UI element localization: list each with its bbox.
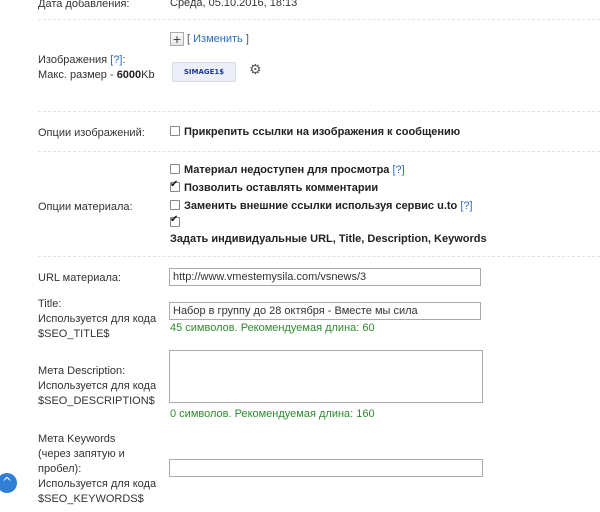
- seo-title-usage: Используется для кода: [38, 313, 157, 325]
- added-value: Среда, 05.10.2016, 18:13: [170, 0, 298, 9]
- seo-keywords-input[interactable]: [169, 459, 483, 477]
- seo-title-label-text: Title:: [38, 298, 62, 310]
- change-bracket-close: ]: [245, 33, 249, 45]
- seo-title-hint: 45 символов. Рекомендуемая длина: 60: [170, 322, 375, 334]
- option-allow-comments-label: Позволить оставлять комментарии: [184, 182, 379, 194]
- max-size-prefix: Макс. размер -: [38, 69, 117, 81]
- option-custom-seo-label: Задать индивидуальные URL, Title, Descri…: [170, 233, 487, 245]
- seo-description-textarea[interactable]: [169, 350, 483, 403]
- gear-icon[interactable]: ⚙: [249, 63, 262, 77]
- images-label: Изображения [?]: Макс. размер - 6000Kb: [38, 53, 155, 83]
- seo-title-label: Title: Используется для кода $SEO_TITLE$: [38, 297, 156, 342]
- change-bracket-open: [: [187, 33, 191, 45]
- option-allow-comments: Позволить оставлять комментарии: [170, 179, 379, 194]
- seo-keywords-note-2: пробел):: [38, 463, 82, 475]
- seo-keywords-code: $SEO_KEYWORDS$: [38, 493, 144, 505]
- url-input[interactable]: http://www.vmestemysila.com/vsnews/3: [169, 268, 481, 286]
- chevron-up-icon: ^: [1, 475, 13, 489]
- images-label-colon: :: [122, 54, 126, 66]
- option-replace-links: Заменить внешние ссылки используя сервис…: [170, 200, 473, 212]
- option-replace-links-label: Заменить внешние ссылки используя сервис…: [184, 200, 458, 212]
- divider: [38, 111, 600, 112]
- added-label: Дата добавления:: [38, 0, 130, 10]
- images-help-link[interactable]: [?]: [110, 54, 122, 66]
- scroll-top-button[interactable]: ^: [0, 473, 17, 493]
- option-custom-seo-text: Задать индивидуальные URL, Title, Descri…: [170, 233, 487, 245]
- attach-image-links-label: Прикрепить ссылки на изображения к сообщ…: [184, 126, 461, 138]
- option-custom-seo: [170, 214, 184, 229]
- images-label-text: Изображения: [38, 54, 108, 66]
- seo-title-code: $SEO_TITLE$: [38, 328, 110, 340]
- divider: [38, 19, 600, 20]
- option-unavailable-help-link[interactable]: [?]: [392, 164, 404, 176]
- attach-image-links-option: Прикрепить ссылки на изображения к сообщ…: [170, 126, 460, 138]
- max-size-value: 6000: [116, 69, 142, 81]
- url-label: URL материала:: [38, 272, 122, 284]
- change-image-control: [ Изменить ]: [187, 33, 249, 45]
- option-unavailable: Материал недоступен для просмотра [?]: [170, 164, 405, 176]
- option-unavailable-label: Материал недоступен для просмотра: [184, 164, 390, 176]
- material-options-label: Опции материала:: [38, 201, 133, 213]
- option-unavailable-checkbox[interactable]: [170, 164, 180, 174]
- seo-description-label-text: Мета Description:: [38, 365, 126, 377]
- seo-keywords-note-1: (через запятую и: [38, 448, 125, 460]
- seo-keywords-label-text: Мета Keywords: [38, 433, 116, 445]
- seo-description-code: $SEO_DESCRIPTION$: [38, 395, 155, 407]
- max-size-unit: Kb: [141, 69, 155, 81]
- add-image-button[interactable]: +: [170, 32, 184, 46]
- divider: [38, 256, 600, 257]
- seo-keywords-label: Мета Keywords (через запятую и пробел): …: [38, 432, 156, 507]
- seo-description-label: Мета Description: Используется для кода …: [38, 364, 156, 409]
- seo-description-usage: Используется для кода: [38, 380, 157, 392]
- option-replace-links-checkbox[interactable]: [170, 200, 180, 210]
- seo-title-input[interactable]: Набор в группу до 28 октября - Вместе мы…: [169, 302, 481, 320]
- seo-keywords-usage: Используется для кода: [38, 478, 157, 490]
- image-options-label: Опции изображений:: [38, 127, 145, 139]
- attach-image-links-checkbox[interactable]: [170, 126, 180, 136]
- option-replace-links-help-link[interactable]: [?]: [460, 200, 472, 212]
- change-image-link[interactable]: Изменить: [193, 33, 243, 45]
- divider: [38, 151, 600, 152]
- option-allow-comments-checkbox[interactable]: [170, 179, 180, 192]
- seo-description-hint: 0 символов. Рекомендуемая длина: 160: [170, 408, 375, 420]
- image-thumbnail[interactable]: SIMAGE1$: [172, 62, 236, 82]
- option-custom-seo-checkbox[interactable]: [170, 214, 180, 227]
